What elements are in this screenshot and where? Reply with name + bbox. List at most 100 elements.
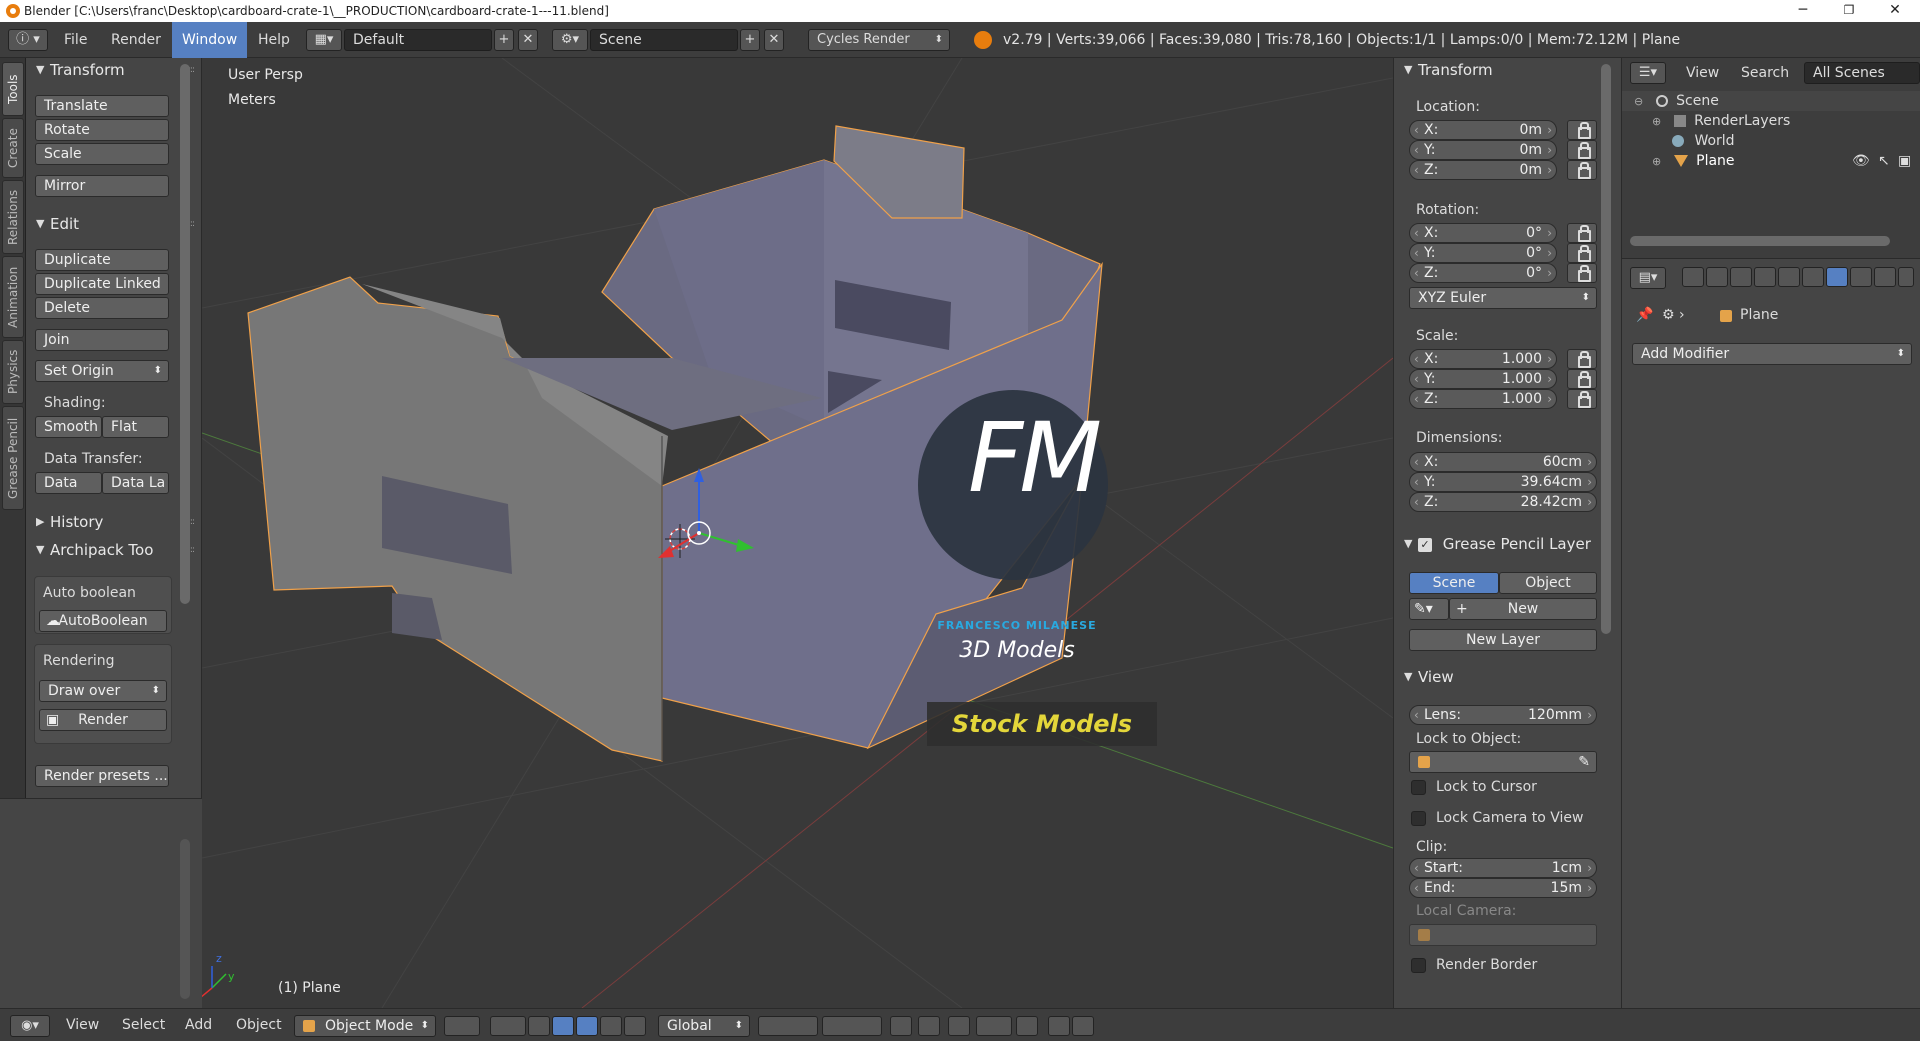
arc-manipulator-icon[interactable] <box>600 1016 622 1036</box>
menu-file[interactable]: File <box>64 22 87 58</box>
menu-add[interactable]: Add <box>185 1009 212 1041</box>
texture-tab-icon[interactable] <box>1898 267 1914 287</box>
location-y-field[interactable]: Y: 0m <box>1409 140 1557 160</box>
lock-icon[interactable] <box>1567 120 1597 140</box>
lock-icon[interactable] <box>1567 243 1597 263</box>
toolshelf-lower-scrollbar[interactable] <box>180 839 190 999</box>
lock-icon[interactable] <box>1567 389 1597 409</box>
outliner-row-renderlayers[interactable]: ⊕ RenderLayers <box>1622 111 1920 131</box>
panel-archipack-header[interactable]: ▼ Archipack Too :::: <box>26 538 195 562</box>
object-mode-select[interactable]: Object Mode ⬍ <box>294 1015 436 1037</box>
rotation-x-field[interactable]: X: 0° <box>1409 223 1557 243</box>
properties-editor-type-icon[interactable]: ▤▾ <box>1630 267 1666 289</box>
outliner-search-menu[interactable]: Search <box>1741 58 1789 88</box>
add-scene-icon[interactable]: + <box>740 29 760 51</box>
eyedropper-icon[interactable]: ✎ <box>1578 752 1590 772</box>
outliner-horizontal-scrollbar[interactable] <box>1630 236 1890 246</box>
snap-target-icon[interactable] <box>1016 1016 1038 1036</box>
add-layout-icon[interactable]: + <box>494 29 514 51</box>
render-presets-button[interactable]: Render presets ... <box>35 765 169 787</box>
rotation-y-field[interactable]: Y: 0° <box>1409 243 1557 263</box>
data-layout-button[interactable]: Data La <box>102 472 169 494</box>
add-modifier-select[interactable]: Add Modifier ⬍ <box>1632 343 1912 365</box>
manipulator-toggle-icon[interactable] <box>528 1016 550 1036</box>
data-transfer-button[interactable]: Data <box>35 472 102 494</box>
minimize-button[interactable]: ─ <box>1780 0 1826 22</box>
tab-grease-pencil[interactable]: Grease Pencil <box>2 406 24 510</box>
scene-icon[interactable]: ⚙▾ <box>552 29 588 51</box>
3d-viewport[interactable]: z y User Persp Meters (1) Plane FM FRANC… <box>202 58 1393 1008</box>
viewport-shading-icon[interactable] <box>444 1016 480 1036</box>
tab-physics[interactable]: Physics <box>2 340 24 404</box>
flat-button[interactable]: Flat <box>102 416 169 438</box>
panel-transform-header[interactable]: ▼ Transform :::: <box>26 58 195 82</box>
translate-manipulator-icon[interactable] <box>552 1016 574 1036</box>
n-view-header[interactable]: ▼ View <box>1394 665 1594 689</box>
menu-help[interactable]: Help <box>258 22 290 58</box>
auto-boolean-button[interactable]: ☁ AutoBoolean <box>39 610 167 632</box>
menu-select[interactable]: Select <box>122 1009 165 1041</box>
modifiers-wrench-tab-icon[interactable] <box>1826 267 1848 287</box>
menu-object[interactable]: Object <box>236 1009 282 1041</box>
gp-scene-button[interactable]: Scene <box>1409 572 1499 594</box>
smooth-button[interactable]: Smooth <box>35 416 102 438</box>
gp-new-button[interactable]: + New <box>1449 598 1597 620</box>
gp-object-button[interactable]: Object <box>1499 572 1597 594</box>
editor-type-info-icon[interactable]: ⓘ ▾ <box>8 29 48 51</box>
dimension-z-field[interactable]: Z: 28.42cm <box>1409 492 1597 512</box>
delete-button[interactable]: Delete <box>35 297 169 319</box>
world-tab-icon[interactable] <box>1754 267 1776 287</box>
close-window-button[interactable]: ✕ <box>1872 0 1918 22</box>
render-camera-icon[interactable]: ▣ <box>1898 151 1911 171</box>
lock-icon[interactable] <box>1567 263 1597 283</box>
object-tab-icon[interactable] <box>1778 267 1800 287</box>
pivot-point-icon[interactable] <box>490 1016 526 1036</box>
data-tab-icon[interactable] <box>1850 267 1872 287</box>
expand-icon[interactable]: ⊕ <box>1652 155 1661 168</box>
checkbox-checked-icon[interactable]: ✓ <box>1418 537 1432 552</box>
scale-z-field[interactable]: Z: 1.000 <box>1409 389 1557 409</box>
opengl-animation-icon[interactable] <box>1072 1016 1094 1036</box>
snap-element-icon[interactable] <box>976 1016 1012 1036</box>
maximize-button[interactable]: ❐ <box>1826 0 1872 22</box>
lock-icon[interactable] <box>1567 160 1597 180</box>
render-layers-tab-icon[interactable] <box>1706 267 1728 287</box>
local-camera-field[interactable] <box>1409 924 1597 946</box>
outliner-row-scene[interactable]: ⊖ Scene <box>1622 91 1920 111</box>
toolshelf-scrollbar[interactable] <box>180 64 190 604</box>
clip-end-field[interactable]: End: 15m <box>1409 878 1597 898</box>
opengl-render-icon[interactable] <box>1048 1016 1070 1036</box>
layers-grid-right[interactable] <box>822 1016 882 1036</box>
lock-to-cursor-checkbox[interactable] <box>1411 780 1426 795</box>
proportional-edit-icon[interactable] <box>918 1016 940 1036</box>
expand-icon[interactable]: ⊕ <box>1652 115 1661 128</box>
panel-edit-header[interactable]: ▼ Edit :::: <box>26 212 195 236</box>
outliner-display-mode[interactable]: All Scenes <box>1804 62 1920 84</box>
duplicate-linked-button[interactable]: Duplicate Linked <box>35 273 169 295</box>
render-tab-icon[interactable] <box>1682 267 1704 287</box>
dimension-x-field[interactable]: X: 60cm <box>1409 452 1597 472</box>
remove-scene-icon[interactable]: ✕ <box>764 29 784 51</box>
render-button[interactable]: ▣ Render <box>39 709 167 731</box>
render-engine-select[interactable]: Cycles Render ⬍ <box>808 29 950 51</box>
rotation-z-field[interactable]: Z: 0° <box>1409 263 1557 283</box>
outliner-editor-type-icon[interactable]: ☰▾ <box>1630 62 1666 84</box>
rotate-button[interactable]: Rotate <box>35 119 169 141</box>
collapse-icon[interactable]: ⊖ <box>1634 95 1643 108</box>
editor-type-3d-icon[interactable]: ◉▾ <box>10 1015 50 1037</box>
scale-x-field[interactable]: X: 1.000 <box>1409 349 1557 369</box>
lens-field[interactable]: Lens: 120mm <box>1409 705 1597 725</box>
lock-object-field[interactable]: ✎ <box>1409 751 1597 773</box>
scale-y-field[interactable]: Y: 1.000 <box>1409 369 1557 389</box>
visibility-eye-icon[interactable]: 👁 <box>1852 151 1870 171</box>
constraints-tab-icon[interactable] <box>1802 267 1824 287</box>
remove-layout-icon[interactable]: ✕ <box>518 29 538 51</box>
clip-start-field[interactable]: Start: 1cm <box>1409 858 1597 878</box>
location-x-field[interactable]: X: 0m <box>1409 120 1557 140</box>
location-z-field[interactable]: Z: 0m <box>1409 160 1557 180</box>
snap-magnet-icon[interactable] <box>948 1016 970 1036</box>
pin-icon[interactable]: 📌 <box>1636 307 1653 323</box>
rotation-mode-select[interactable]: XYZ Euler ⬍ <box>1409 287 1597 309</box>
lock-icon[interactable] <box>1567 349 1597 369</box>
draw-over-select[interactable]: Draw over ⬍ <box>39 680 167 702</box>
